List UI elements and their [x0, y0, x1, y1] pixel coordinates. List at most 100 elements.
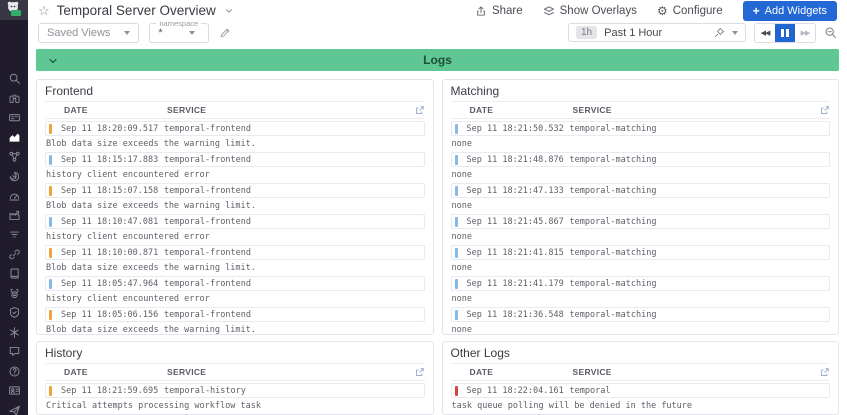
collapse-chevron-icon[interactable]: [47, 55, 59, 67]
saved-views-dropdown[interactable]: Saved Views: [38, 23, 139, 43]
log-entry-head[interactable]: Sep 11 18:21:36.548 temporal-matching: [451, 307, 831, 322]
log-date: Sep 11 18:05:47.964: [61, 279, 164, 289]
log-entry: Sep 11 18:05:47.964 temporal-frontend hi…: [45, 276, 425, 304]
log-service: temporal-frontend: [164, 310, 251, 320]
log-message: Blob data size exceeds the warning limit…: [46, 139, 424, 149]
chat-icon[interactable]: [8, 345, 21, 358]
date-column-header: DATE: [64, 367, 167, 377]
log-entry: Sep 11 18:21:47.133 temporal-matching no…: [451, 183, 831, 211]
nodes-icon[interactable]: [8, 150, 21, 163]
zoom-out-icon[interactable]: [824, 26, 837, 39]
users-icon[interactable]: [8, 384, 21, 397]
log-entry-head[interactable]: Sep 11 18:10:47.081 temporal-frontend: [45, 214, 425, 229]
help-icon[interactable]: [8, 365, 21, 378]
pin-icon[interactable]: [714, 27, 725, 38]
log-entry-head[interactable]: Sep 11 18:21:48.876 temporal-matching: [451, 152, 831, 167]
show-overlays-button[interactable]: Show Overlays: [543, 5, 637, 17]
sub-bar: Saved Views namespace * 1h Past 1 Hour: [28, 22, 847, 44]
area-chart-icon[interactable]: [8, 131, 21, 144]
panel-title: Other Logs: [451, 342, 831, 364]
plane-icon[interactable]: [8, 404, 21, 415]
log-date: Sep 11 18:21:41.179: [467, 279, 570, 289]
severity-bar: [455, 124, 458, 134]
namespace-dropdown[interactable]: namespace *: [149, 23, 209, 43]
log-date: Sep 11 18:15:17.883: [61, 155, 164, 165]
log-entry: Sep 11 18:21:45.867 temporal-matching no…: [451, 214, 831, 242]
log-message: history client encountered error: [46, 294, 424, 304]
log-entry-head[interactable]: Sep 11 18:05:47.964 temporal-frontend: [45, 276, 425, 291]
log-date: Sep 11 18:21:48.876: [467, 155, 570, 165]
namespace-field-label: namespace: [156, 19, 201, 28]
edit-pencil-icon[interactable]: [219, 27, 231, 39]
log-service: temporal-matching: [570, 310, 657, 320]
shield-icon[interactable]: [8, 306, 21, 319]
bee-icon[interactable]: [8, 287, 21, 300]
share-button[interactable]: Share: [475, 5, 523, 17]
chevron-down-icon[interactable]: [732, 31, 738, 35]
log-entry-head[interactable]: Sep 11 18:21:41.179 temporal-matching: [451, 276, 831, 291]
configure-button[interactable]: ⚙ Configure: [657, 5, 723, 17]
spiral-icon[interactable]: [8, 170, 21, 183]
log-entry: Sep 11 18:05:06.156 temporal-frontend Bl…: [45, 307, 425, 335]
pause-icon: [781, 29, 784, 37]
card-icon[interactable]: [8, 111, 21, 124]
log-entry: Sep 11 18:21:36.548 temporal-matching no…: [451, 307, 831, 335]
gauge-icon[interactable]: [8, 189, 21, 202]
log-entry-head[interactable]: Sep 11 18:10:00.871 temporal-frontend: [45, 245, 425, 260]
logs-section-header[interactable]: Logs: [36, 49, 839, 71]
book-icon[interactable]: [8, 267, 21, 280]
playback-controls: ◀◀ ▶▶: [754, 23, 816, 43]
search-icon[interactable]: [8, 72, 21, 85]
panel-title: History: [45, 342, 425, 364]
log-panel: Matching DATE SERVICE Sep 11 18:21:50.53…: [442, 79, 840, 335]
mascot-logo-icon[interactable]: [0, 0, 28, 20]
sidebar-icon-list: [8, 72, 21, 415]
add-widgets-button[interactable]: + Add Widgets: [743, 1, 837, 21]
binoculars-icon[interactable]: [8, 92, 21, 105]
log-entry: Sep 11 18:10:47.081 temporal-frontend hi…: [45, 214, 425, 242]
severity-bar: [455, 279, 458, 289]
configure-label: Configure: [673, 5, 723, 17]
snowflake-icon[interactable]: [8, 326, 21, 339]
time-range-picker[interactable]: 1h Past 1 Hour: [568, 23, 746, 42]
rewind-button[interactable]: ◀◀: [755, 24, 775, 42]
time-range-badge: 1h: [576, 26, 597, 39]
favorite-star-icon[interactable]: ☆: [38, 3, 50, 19]
log-entry-head[interactable]: Sep 11 18:21:59.695 temporal-history: [45, 383, 425, 398]
pause-button[interactable]: [775, 24, 795, 42]
log-entry-head[interactable]: Sep 11 18:20:09.517 temporal-frontend: [45, 121, 425, 136]
open-external-icon[interactable]: [819, 367, 830, 378]
log-service: temporal-frontend: [164, 155, 251, 165]
severity-bar: [49, 248, 52, 258]
log-entry-head[interactable]: Sep 11 18:15:07.158 temporal-frontend: [45, 183, 425, 198]
log-entry-head[interactable]: Sep 11 18:05:06.156 temporal-frontend: [45, 307, 425, 322]
log-entry-head[interactable]: Sep 11 18:21:47.133 temporal-matching: [451, 183, 831, 198]
log-entry: Sep 11 18:15:17.883 temporal-frontend hi…: [45, 152, 425, 180]
log-service: temporal-history: [164, 386, 246, 396]
log-entry-head[interactable]: Sep 11 18:21:50.532 temporal-matching: [451, 121, 831, 136]
log-entry: Sep 11 18:20:09.517 temporal-frontend Bl…: [45, 121, 425, 149]
severity-bar: [455, 386, 458, 396]
top-bar-actions: Share Show Overlays ⚙ Configure + Add Wi…: [475, 1, 837, 21]
panel-rows: Sep 11 18:20:09.517 temporal-frontend Bl…: [45, 121, 425, 335]
open-external-icon[interactable]: [819, 105, 830, 116]
panel-rows: Sep 11 18:21:59.695 temporal-history Cri…: [45, 383, 425, 411]
log-entry-head[interactable]: Sep 11 18:22:04.161 temporal: [451, 383, 831, 398]
main-area: ☆ Temporal Server Overview Share Show Ov…: [28, 0, 847, 415]
severity-bar: [49, 279, 52, 289]
service-column-header: SERVICE: [573, 367, 612, 377]
log-entry-head[interactable]: Sep 11 18:21:41.815 temporal-matching: [451, 245, 831, 260]
open-external-icon[interactable]: [414, 105, 425, 116]
title-chevron-down-icon[interactable]: [224, 6, 234, 16]
filter-icon[interactable]: [8, 228, 21, 241]
log-entry-head[interactable]: Sep 11 18:15:17.883 temporal-frontend: [45, 152, 425, 167]
log-entry-head[interactable]: Sep 11 18:21:45.867 temporal-matching: [451, 214, 831, 229]
log-service: temporal-matching: [570, 186, 657, 196]
open-external-icon[interactable]: [414, 367, 425, 378]
factory-icon[interactable]: [8, 209, 21, 222]
link-icon[interactable]: [8, 248, 21, 261]
fast-forward-button[interactable]: ▶▶: [795, 24, 815, 42]
severity-bar: [49, 124, 52, 134]
log-message: none: [452, 201, 830, 211]
date-column-header: DATE: [64, 105, 167, 115]
